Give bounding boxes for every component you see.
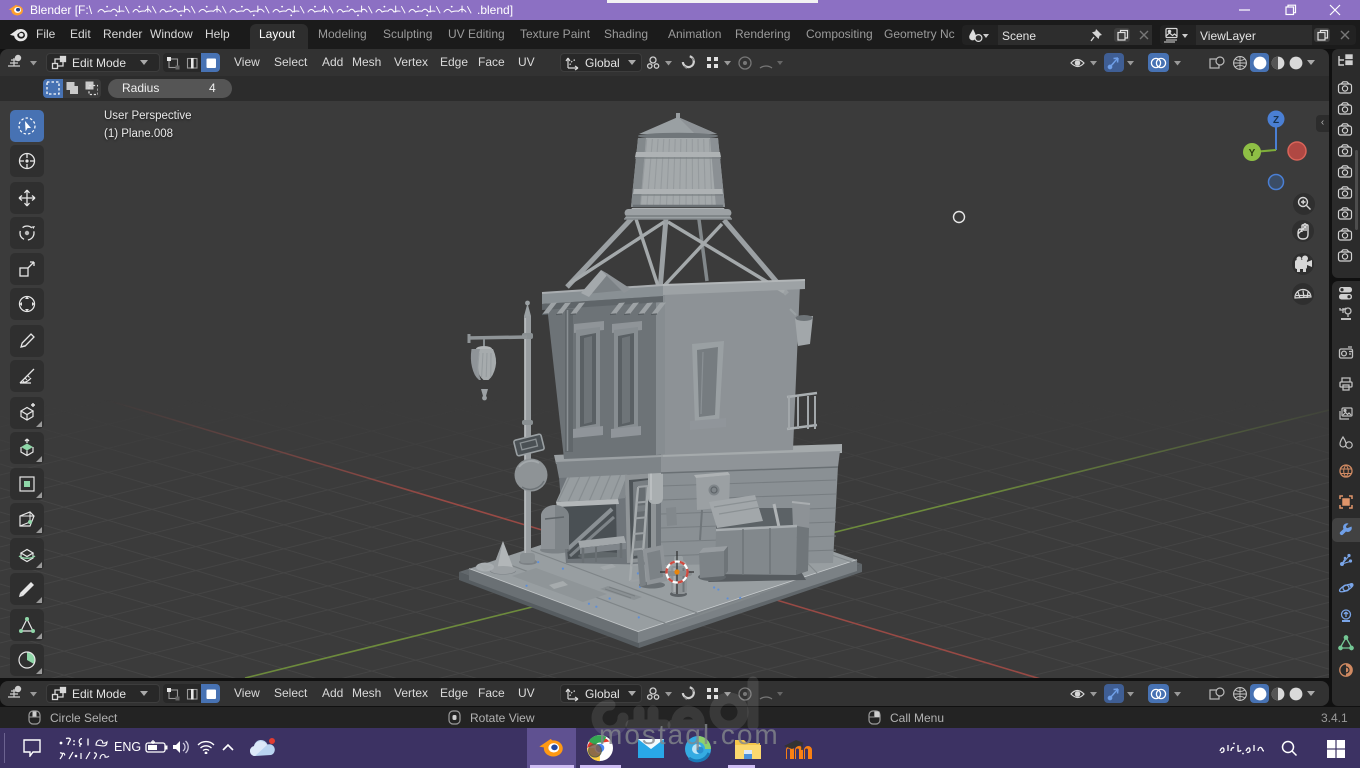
svg-text:mostaql.com: mostaql.com — [599, 719, 780, 750]
svg-text:Z: Z — [1273, 115, 1279, 126]
svg-text:Blender [F:\: Blender [F:\ — [30, 3, 93, 17]
svg-text:Y: Y — [1249, 148, 1256, 159]
svg-text:.blend]: .blend] — [477, 3, 513, 17]
